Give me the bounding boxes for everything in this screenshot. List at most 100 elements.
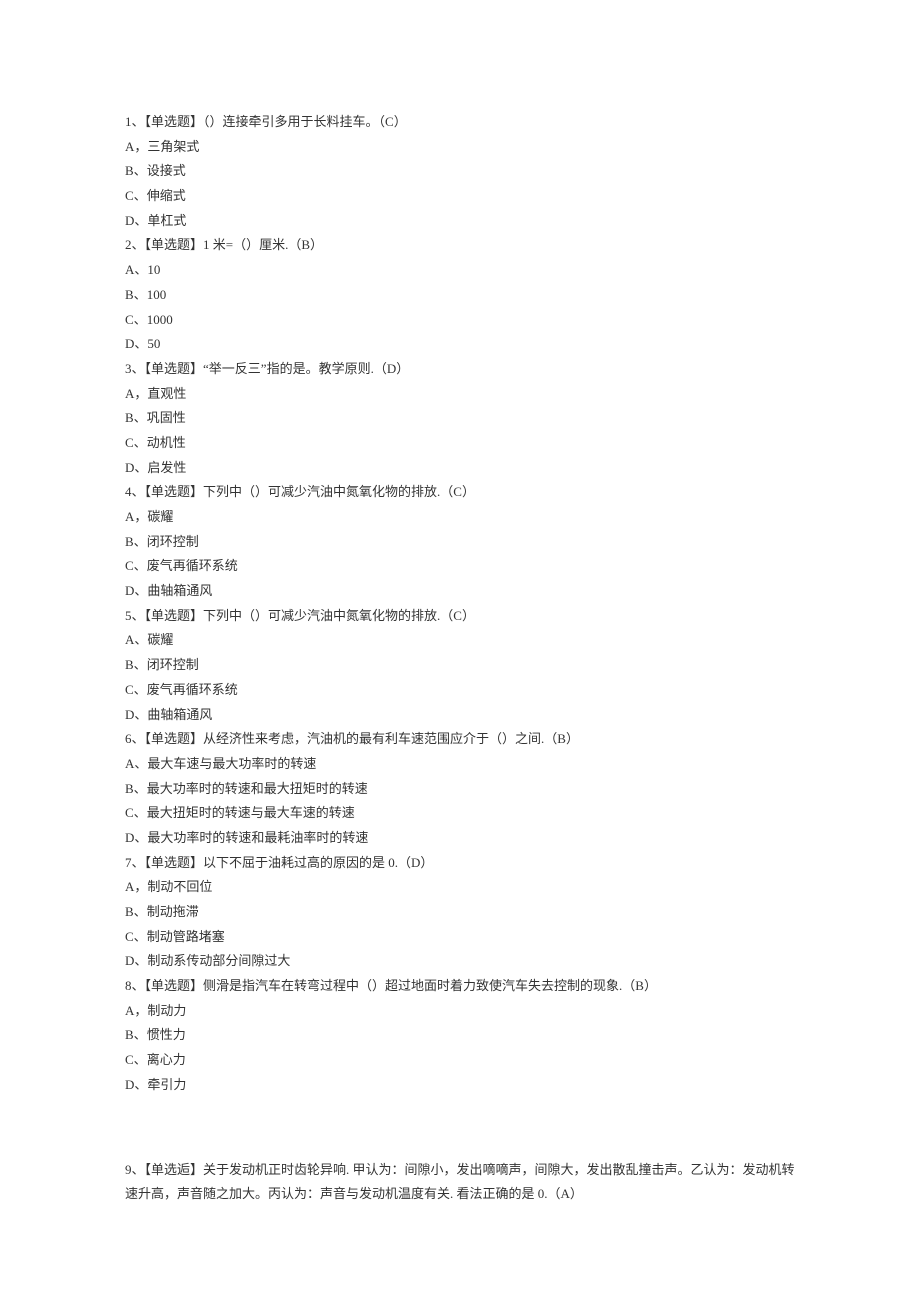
option-A: A，三角架式 <box>125 135 795 160</box>
option-text: 最大功率时的转速和最耗油率时的转速 <box>147 830 368 845</box>
option-A: A，碳耀 <box>125 505 795 530</box>
question-type: 【单选题】 <box>145 855 204 870</box>
question-type: 【单选题】 <box>145 361 204 376</box>
option-D: D、曲轴箱通风 <box>125 703 795 728</box>
option-text: 废气再循环系统 <box>147 558 238 573</box>
option-A: A，制动力 <box>125 999 795 1024</box>
question-text: 下列中（）可减少汽油中氮氧化物的排放. <box>203 484 440 499</box>
option-D: D、50 <box>125 332 795 357</box>
option-label: C <box>125 312 134 327</box>
question-answer: （A） <box>548 1186 583 1201</box>
option-text: 碳耀 <box>147 509 173 524</box>
question-8: 8、【单选题】侧滑是指汽车在转弯过程中（）超过地面时着力致使汽车失去控制的现象.… <box>125 974 795 999</box>
option-text: 10 <box>147 262 160 277</box>
question-1: 1、【单选题】（）连接牵引多用于长料挂车。（C） <box>125 110 795 135</box>
option-label: C <box>125 188 134 203</box>
question-answer: （C） <box>440 484 475 499</box>
question-text: 关于发动机正时齿轮异响. 甲认为：间隙小，发出嘀嘀声，间隙大，发出散乱撞击声。乙… <box>125 1162 795 1202</box>
option-label: C <box>125 1052 134 1067</box>
option-B: B、巩固性 <box>125 406 795 431</box>
option-label: C <box>125 558 134 573</box>
option-C: C、离心力 <box>125 1048 795 1073</box>
option-label: D <box>125 336 134 351</box>
option-text: 制动力 <box>147 1003 186 1018</box>
question-answer: （B） <box>622 978 657 993</box>
option-A: A、10 <box>125 258 795 283</box>
option-B: B、闭环控制 <box>125 653 795 678</box>
option-text: 动机性 <box>147 435 186 450</box>
option-label: A <box>125 632 134 647</box>
option-text: 直观性 <box>147 386 186 401</box>
option-text: 制动不回位 <box>147 879 212 894</box>
option-label: D <box>125 707 134 722</box>
option-C: C、制动管路堵塞 <box>125 925 795 950</box>
question-answer: （C） <box>440 608 475 623</box>
option-label: C <box>125 435 134 450</box>
option-D: D、曲轴箱通风 <box>125 579 795 604</box>
question-text: 1 米=（）厘米. <box>203 237 288 252</box>
question-answer: （B） <box>288 237 323 252</box>
option-B: B、100 <box>125 283 795 308</box>
option-label: D <box>125 583 134 598</box>
question-text: 下列中（）可减少汽油中氮氧化物的排放. <box>203 608 440 623</box>
option-C: C、最大扭矩时的转速与最大车速的转速 <box>125 801 795 826</box>
option-text: 制动系传动部分间隙过大 <box>147 953 290 968</box>
question-answer: （D） <box>374 361 409 376</box>
option-A: A、碳耀 <box>125 628 795 653</box>
option-A: A、最大车速与最大功率时的转速 <box>125 752 795 777</box>
option-label: B <box>125 534 134 549</box>
option-label: A <box>125 386 134 401</box>
option-text: 闭环控制 <box>147 657 199 672</box>
question-6: 6、【单选题】从经济性来考虑，汽油机的最有利车速范围应介于（）之间.（B） <box>125 727 795 752</box>
option-label: B <box>125 163 134 178</box>
question-text: （）连接牵引多用于长料挂车。 <box>203 114 379 129</box>
question-text: 以下不屈于油耗过高的原因的是 0. <box>203 855 398 870</box>
option-label: C <box>125 929 134 944</box>
option-D: D、单杠式 <box>125 209 795 234</box>
option-label: B <box>125 287 134 302</box>
option-C: C、1000 <box>125 308 795 333</box>
option-text: 最大功率时的转速和最大扭矩时的转速 <box>147 781 368 796</box>
option-C: C、废气再循环系统 <box>125 554 795 579</box>
option-B: B、制动拖滞 <box>125 900 795 925</box>
option-text: 废气再循环系统 <box>147 682 238 697</box>
question-answer: （B） <box>544 731 579 746</box>
option-label: C <box>125 805 134 820</box>
option-text: 碳耀 <box>147 632 173 647</box>
option-text: 离心力 <box>147 1052 186 1067</box>
option-text: 闭环控制 <box>147 534 199 549</box>
question-3: 3、【单选题】“举一反三”指的是。教学原则.（D） <box>125 357 795 382</box>
option-C: C、废气再循环系统 <box>125 678 795 703</box>
option-A: A，直观性 <box>125 382 795 407</box>
option-B: B、闭环控制 <box>125 530 795 555</box>
option-text: 启发性 <box>147 460 186 475</box>
option-text: 1000 <box>147 312 173 327</box>
option-D: D、最大功率时的转速和最耗油率时的转速 <box>125 826 795 851</box>
option-B: B、设接式 <box>125 159 795 184</box>
option-text: 制动管路堵塞 <box>147 929 225 944</box>
option-text: 巩固性 <box>147 410 186 425</box>
question-type: 【单选题】 <box>145 237 204 252</box>
option-label: D <box>125 213 134 228</box>
option-text: 100 <box>147 287 167 302</box>
option-text: 单杠式 <box>147 213 186 228</box>
question-7: 7、【单选题】以下不屈于油耗过高的原因的是 0.（D） <box>125 851 795 876</box>
option-text: 最大车速与最大功率时的转速 <box>147 756 316 771</box>
option-text: 设接式 <box>147 163 186 178</box>
option-label: B <box>125 1027 134 1042</box>
question-type: 【单选题】 <box>145 484 204 499</box>
question-9: 9、【单选逅】关于发动机正时齿轮异响. 甲认为：间隙小，发出嘀嘀声，间隙大，发出… <box>125 1158 795 1207</box>
question-type: 【单选逅】 <box>145 1162 204 1177</box>
option-label: B <box>125 904 134 919</box>
question-2: 2、【单选题】1 米=（）厘米.（B） <box>125 233 795 258</box>
option-label: B <box>125 410 134 425</box>
option-D: D、制动系传动部分间隙过大 <box>125 949 795 974</box>
option-text: 三角架式 <box>147 139 199 154</box>
option-label: C <box>125 682 134 697</box>
option-label: A <box>125 262 134 277</box>
option-B: B、最大功率时的转速和最大扭矩时的转速 <box>125 777 795 802</box>
option-label: A <box>125 509 134 524</box>
option-text: 牵引力 <box>147 1077 186 1092</box>
option-label: A <box>125 1003 134 1018</box>
option-label: D <box>125 953 134 968</box>
